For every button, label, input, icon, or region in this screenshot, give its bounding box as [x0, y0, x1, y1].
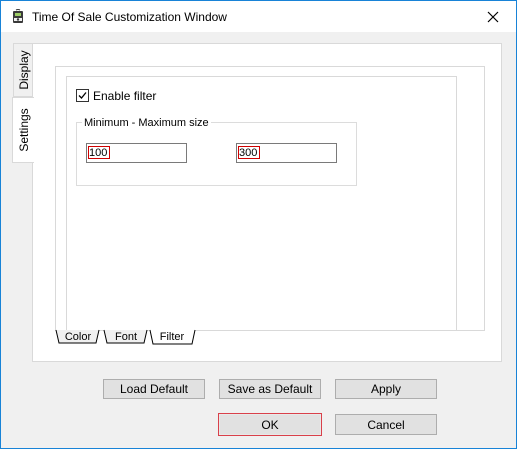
bell-icon: [10, 9, 26, 25]
window-title: Time Of Sale Customization Window: [32, 10, 227, 24]
tab-filter[interactable]: Filter: [149, 329, 196, 345]
tab-settings-label: Settings: [16, 108, 31, 152]
tab-display-label: Display: [16, 50, 31, 90]
close-icon: [487, 11, 499, 22]
filter-page: [66, 76, 457, 330]
apply-button[interactable]: Apply: [335, 379, 437, 399]
title-bar[interactable]: Time Of Sale Customization Window: [1, 1, 516, 32]
tab-filter-label: Filter: [159, 331, 185, 343]
min-max-group-title: Minimum - Maximum size: [82, 117, 211, 129]
minimum-size-input[interactable]: [88, 146, 110, 159]
cancel-button[interactable]: Cancel: [335, 414, 437, 435]
enable-filter-checkbox[interactable]: [76, 89, 89, 102]
save-as-default-button[interactable]: Save as Default: [219, 379, 321, 399]
enable-filter-label[interactable]: Enable filter: [93, 89, 156, 103]
tab-font-label: Font: [114, 331, 137, 343]
load-default-button[interactable]: Load Default: [103, 379, 205, 399]
tab-settings[interactable]: Settings: [12, 97, 34, 163]
tab-color-label: Color: [64, 331, 92, 343]
minimum-size-field[interactable]: [86, 143, 187, 163]
checkmark-icon: [78, 92, 87, 99]
tab-font[interactable]: Font: [103, 329, 148, 344]
tab-display[interactable]: Display: [13, 43, 34, 97]
maximum-size-input[interactable]: [238, 146, 260, 159]
tab-color[interactable]: Color: [55, 329, 100, 344]
close-button[interactable]: [470, 1, 516, 32]
ok-button[interactable]: OK: [218, 413, 322, 436]
maximum-size-field[interactable]: [236, 143, 337, 163]
